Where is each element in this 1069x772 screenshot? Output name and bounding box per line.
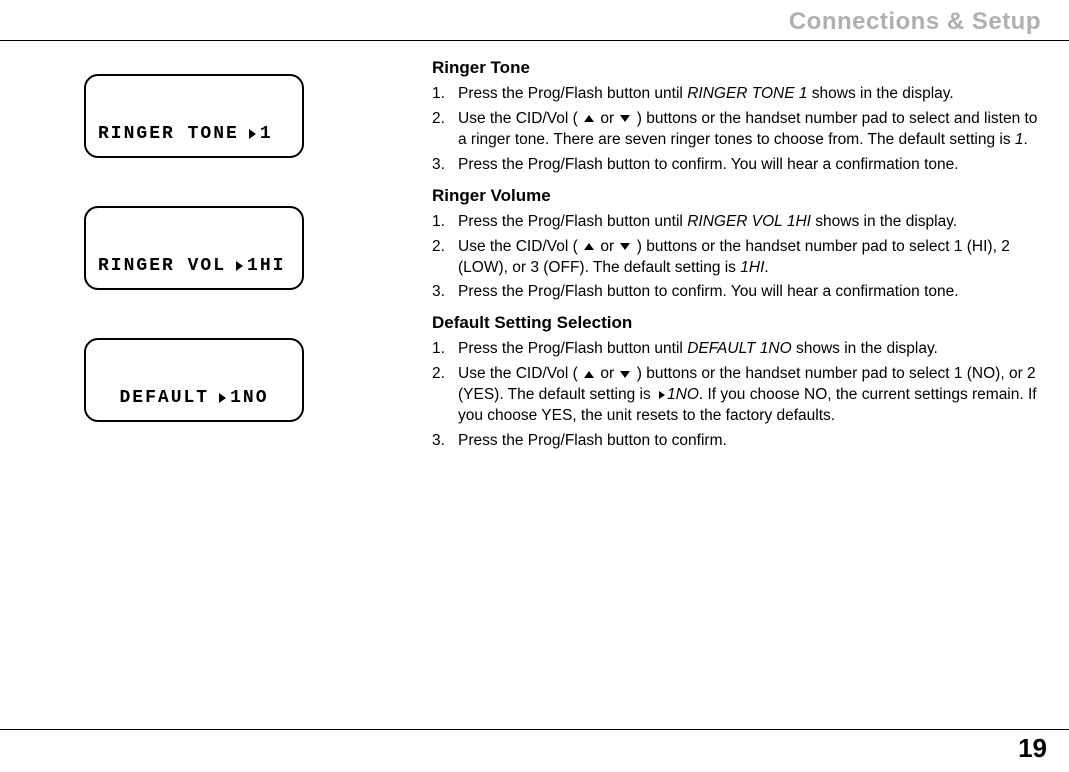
text: . xyxy=(764,259,768,276)
list-item: Press the Prog/Flash button to confirm. … xyxy=(432,155,1041,176)
steps-default-setting: Press the Prog/Flash button until DEFAUL… xyxy=(432,339,1041,452)
content-body: Ringer Tone Press the Prog/Flash button … xyxy=(432,58,1041,458)
top-rule xyxy=(0,40,1069,41)
triangle-down-icon xyxy=(620,243,630,250)
lcd-label: DEFAULT xyxy=(119,388,209,408)
text: Use the CID/Vol ( xyxy=(458,238,582,255)
triangle-up-icon xyxy=(584,371,594,378)
lcd-text: RINGER TONE 1 xyxy=(98,124,273,144)
lcd-screen-ringer-vol: RINGER VOL 1HI xyxy=(84,206,304,290)
text: Press the Prog/Flash button until xyxy=(458,340,687,357)
page-number: 19 xyxy=(1018,733,1047,764)
text: shows in the display. xyxy=(811,213,957,230)
triangle-right-icon xyxy=(659,391,665,399)
list-item: Use the CID/Vol ( or ) buttons or the ha… xyxy=(432,237,1041,279)
list-item: Use the CID/Vol ( or ) buttons or the ha… xyxy=(432,364,1041,427)
lcd-illustrations: RINGER TONE 1 RINGER VOL 1HI DEFAULT 1NO xyxy=(84,74,304,470)
text: or xyxy=(596,238,618,255)
text: shows in the display. xyxy=(807,85,953,102)
text: Use the CID/Vol ( xyxy=(458,110,582,127)
triangle-right-icon xyxy=(236,261,243,271)
lcd-value: 1NO xyxy=(230,388,268,408)
lcd-screen-ringer-tone: RINGER TONE 1 xyxy=(84,74,304,158)
steps-ringer-volume: Press the Prog/Flash button until RINGER… xyxy=(432,212,1041,304)
text: Press the Prog/Flash button until xyxy=(458,213,687,230)
lcd-label: RINGER VOL xyxy=(98,256,226,276)
triangle-right-icon xyxy=(249,129,256,139)
lcd-value: 1 xyxy=(260,124,273,144)
triangle-up-icon xyxy=(584,243,594,250)
text-italic: RINGER TONE 1 xyxy=(687,85,807,102)
lcd-text: RINGER VOL 1HI xyxy=(98,256,285,276)
text-italic: 1 xyxy=(1015,131,1024,148)
heading-ringer-volume: Ringer Volume xyxy=(432,186,1041,206)
text: shows in the display. xyxy=(792,340,938,357)
lcd-text: DEFAULT 1NO xyxy=(86,388,302,408)
text-italic: 1HI xyxy=(740,259,764,276)
text-italic: RINGER VOL 1HI xyxy=(687,213,811,230)
steps-ringer-tone: Press the Prog/Flash button until RINGER… xyxy=(432,84,1041,176)
list-item: Press the Prog/Flash button to confirm. … xyxy=(432,282,1041,303)
triangle-up-icon xyxy=(584,115,594,122)
lcd-screen-default: DEFAULT 1NO xyxy=(84,338,304,422)
lcd-value: 1HI xyxy=(247,256,285,276)
lcd-label: RINGER TONE xyxy=(98,124,239,144)
text: Press the Prog/Flash button until xyxy=(458,85,687,102)
heading-ringer-tone: Ringer Tone xyxy=(432,58,1041,78)
text: or xyxy=(596,110,618,127)
page-header: Connections & Setup xyxy=(789,8,1041,36)
list-item: Press the Prog/Flash button until DEFAUL… xyxy=(432,339,1041,360)
text: Use the CID/Vol ( xyxy=(458,365,582,382)
bottom-rule xyxy=(0,729,1069,730)
triangle-down-icon xyxy=(620,371,630,378)
list-item: Press the Prog/Flash button to confirm. xyxy=(432,431,1041,452)
text-italic: 1NO xyxy=(667,386,699,403)
list-item: Press the Prog/Flash button until RINGER… xyxy=(432,84,1041,105)
heading-default-setting: Default Setting Selection xyxy=(432,313,1041,333)
triangle-down-icon xyxy=(620,115,630,122)
text-italic: DEFAULT 1NO xyxy=(687,340,792,357)
list-item: Press the Prog/Flash button until RINGER… xyxy=(432,212,1041,233)
triangle-right-icon xyxy=(219,393,226,403)
text: . xyxy=(1024,131,1028,148)
text: or xyxy=(596,365,618,382)
list-item: Use the CID/Vol ( or ) buttons or the ha… xyxy=(432,109,1041,151)
